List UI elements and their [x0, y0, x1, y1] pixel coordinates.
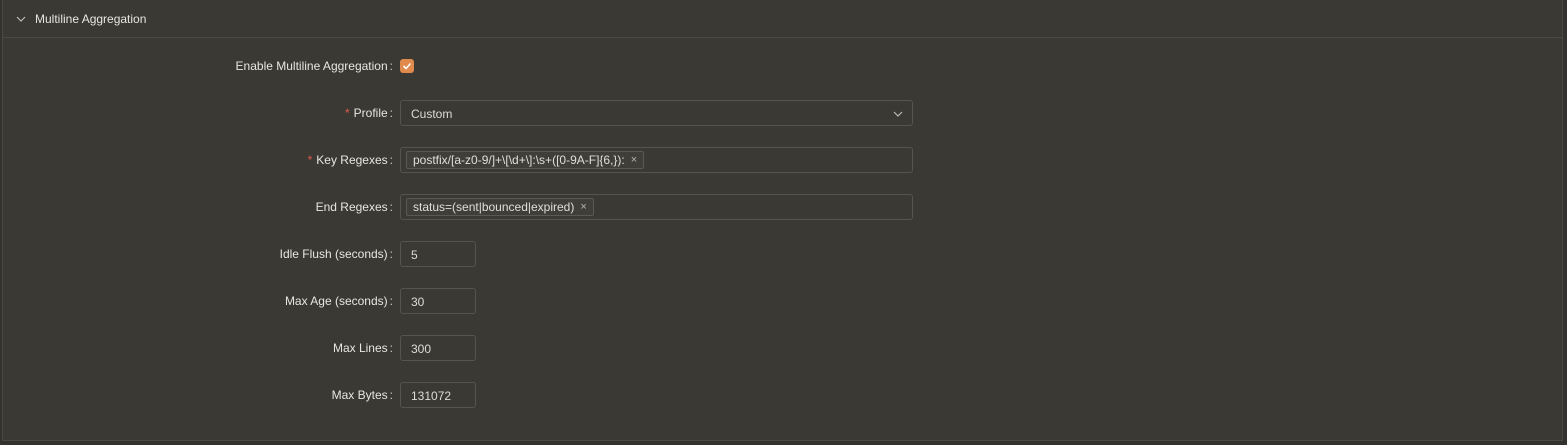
end-regexes-label: End Regexes:: [315, 200, 393, 214]
max-bytes-input[interactable]: 131072: [400, 382, 476, 408]
tag-text: postfix/[a-z0-9/]+\[\d+\]:\s+([0-9A-F]{6…: [413, 153, 625, 167]
key-regexes-row: * Key Regexes: postfix/[a-z0-9/]+\[\d+\]:…: [3, 147, 1003, 173]
max-bytes-label: Max Bytes:: [331, 388, 393, 402]
enable-label: Enable Multiline Aggregation:: [235, 59, 393, 73]
max-age-input[interactable]: 30: [400, 288, 476, 314]
required-mark: *: [307, 153, 313, 167]
profile-label: * Profile:: [344, 106, 393, 120]
max-age-row: Max Age (seconds): 30: [3, 288, 1003, 314]
max-lines-value: 300: [411, 342, 432, 356]
close-icon[interactable]: ×: [580, 201, 586, 213]
multiline-aggregation-panel: Multiline Aggregation Enable Multiline A…: [2, 0, 1563, 441]
panel-header[interactable]: Multiline Aggregation: [3, 0, 1562, 38]
chevron-down-icon[interactable]: [15, 13, 27, 25]
close-icon[interactable]: ×: [631, 154, 637, 166]
idle-flush-input[interactable]: 5: [400, 241, 476, 267]
max-age-value: 30: [411, 295, 425, 309]
profile-row: * Profile: Custom: [3, 100, 1003, 126]
end-regex-tag: status=(sent|bounced|expired) ×: [406, 198, 594, 216]
max-lines-input[interactable]: 300: [400, 335, 476, 361]
checkmark-icon: [402, 62, 412, 70]
idle-flush-row: Idle Flush (seconds): 5: [3, 241, 1003, 267]
max-lines-label: Max Lines:: [332, 341, 393, 355]
chevron-down-icon: [893, 111, 903, 117]
max-lines-row: Max Lines: 300: [3, 335, 1003, 361]
panel-title: Multiline Aggregation: [35, 12, 147, 26]
idle-flush-value: 5: [411, 248, 418, 262]
key-regex-tag: postfix/[a-z0-9/]+\[\d+\]:\s+([0-9A-F]{6…: [406, 151, 645, 169]
end-regexes-input[interactable]: status=(sent|bounced|expired) ×: [400, 194, 913, 220]
idle-flush-label: Idle Flush (seconds):: [279, 247, 393, 261]
tag-text: status=(sent|bounced|expired): [413, 200, 575, 214]
enable-row: Enable Multiline Aggregation:: [3, 53, 1003, 79]
max-bytes-value: 131072: [411, 389, 452, 403]
enable-checkbox[interactable]: [400, 59, 414, 73]
key-regexes-input[interactable]: postfix/[a-z0-9/]+\[\d+\]:\s+([0-9A-F]{6…: [400, 147, 913, 173]
required-mark: *: [344, 106, 350, 120]
key-regexes-label: * Key Regexes:: [307, 153, 393, 167]
profile-value: Custom: [411, 107, 453, 121]
max-bytes-row: Max Bytes: 131072: [3, 382, 1003, 408]
max-age-label: Max Age (seconds):: [284, 294, 393, 308]
profile-select[interactable]: Custom: [400, 100, 913, 126]
end-regexes-row: End Regexes: status=(sent|bounced|expire…: [3, 194, 1003, 220]
